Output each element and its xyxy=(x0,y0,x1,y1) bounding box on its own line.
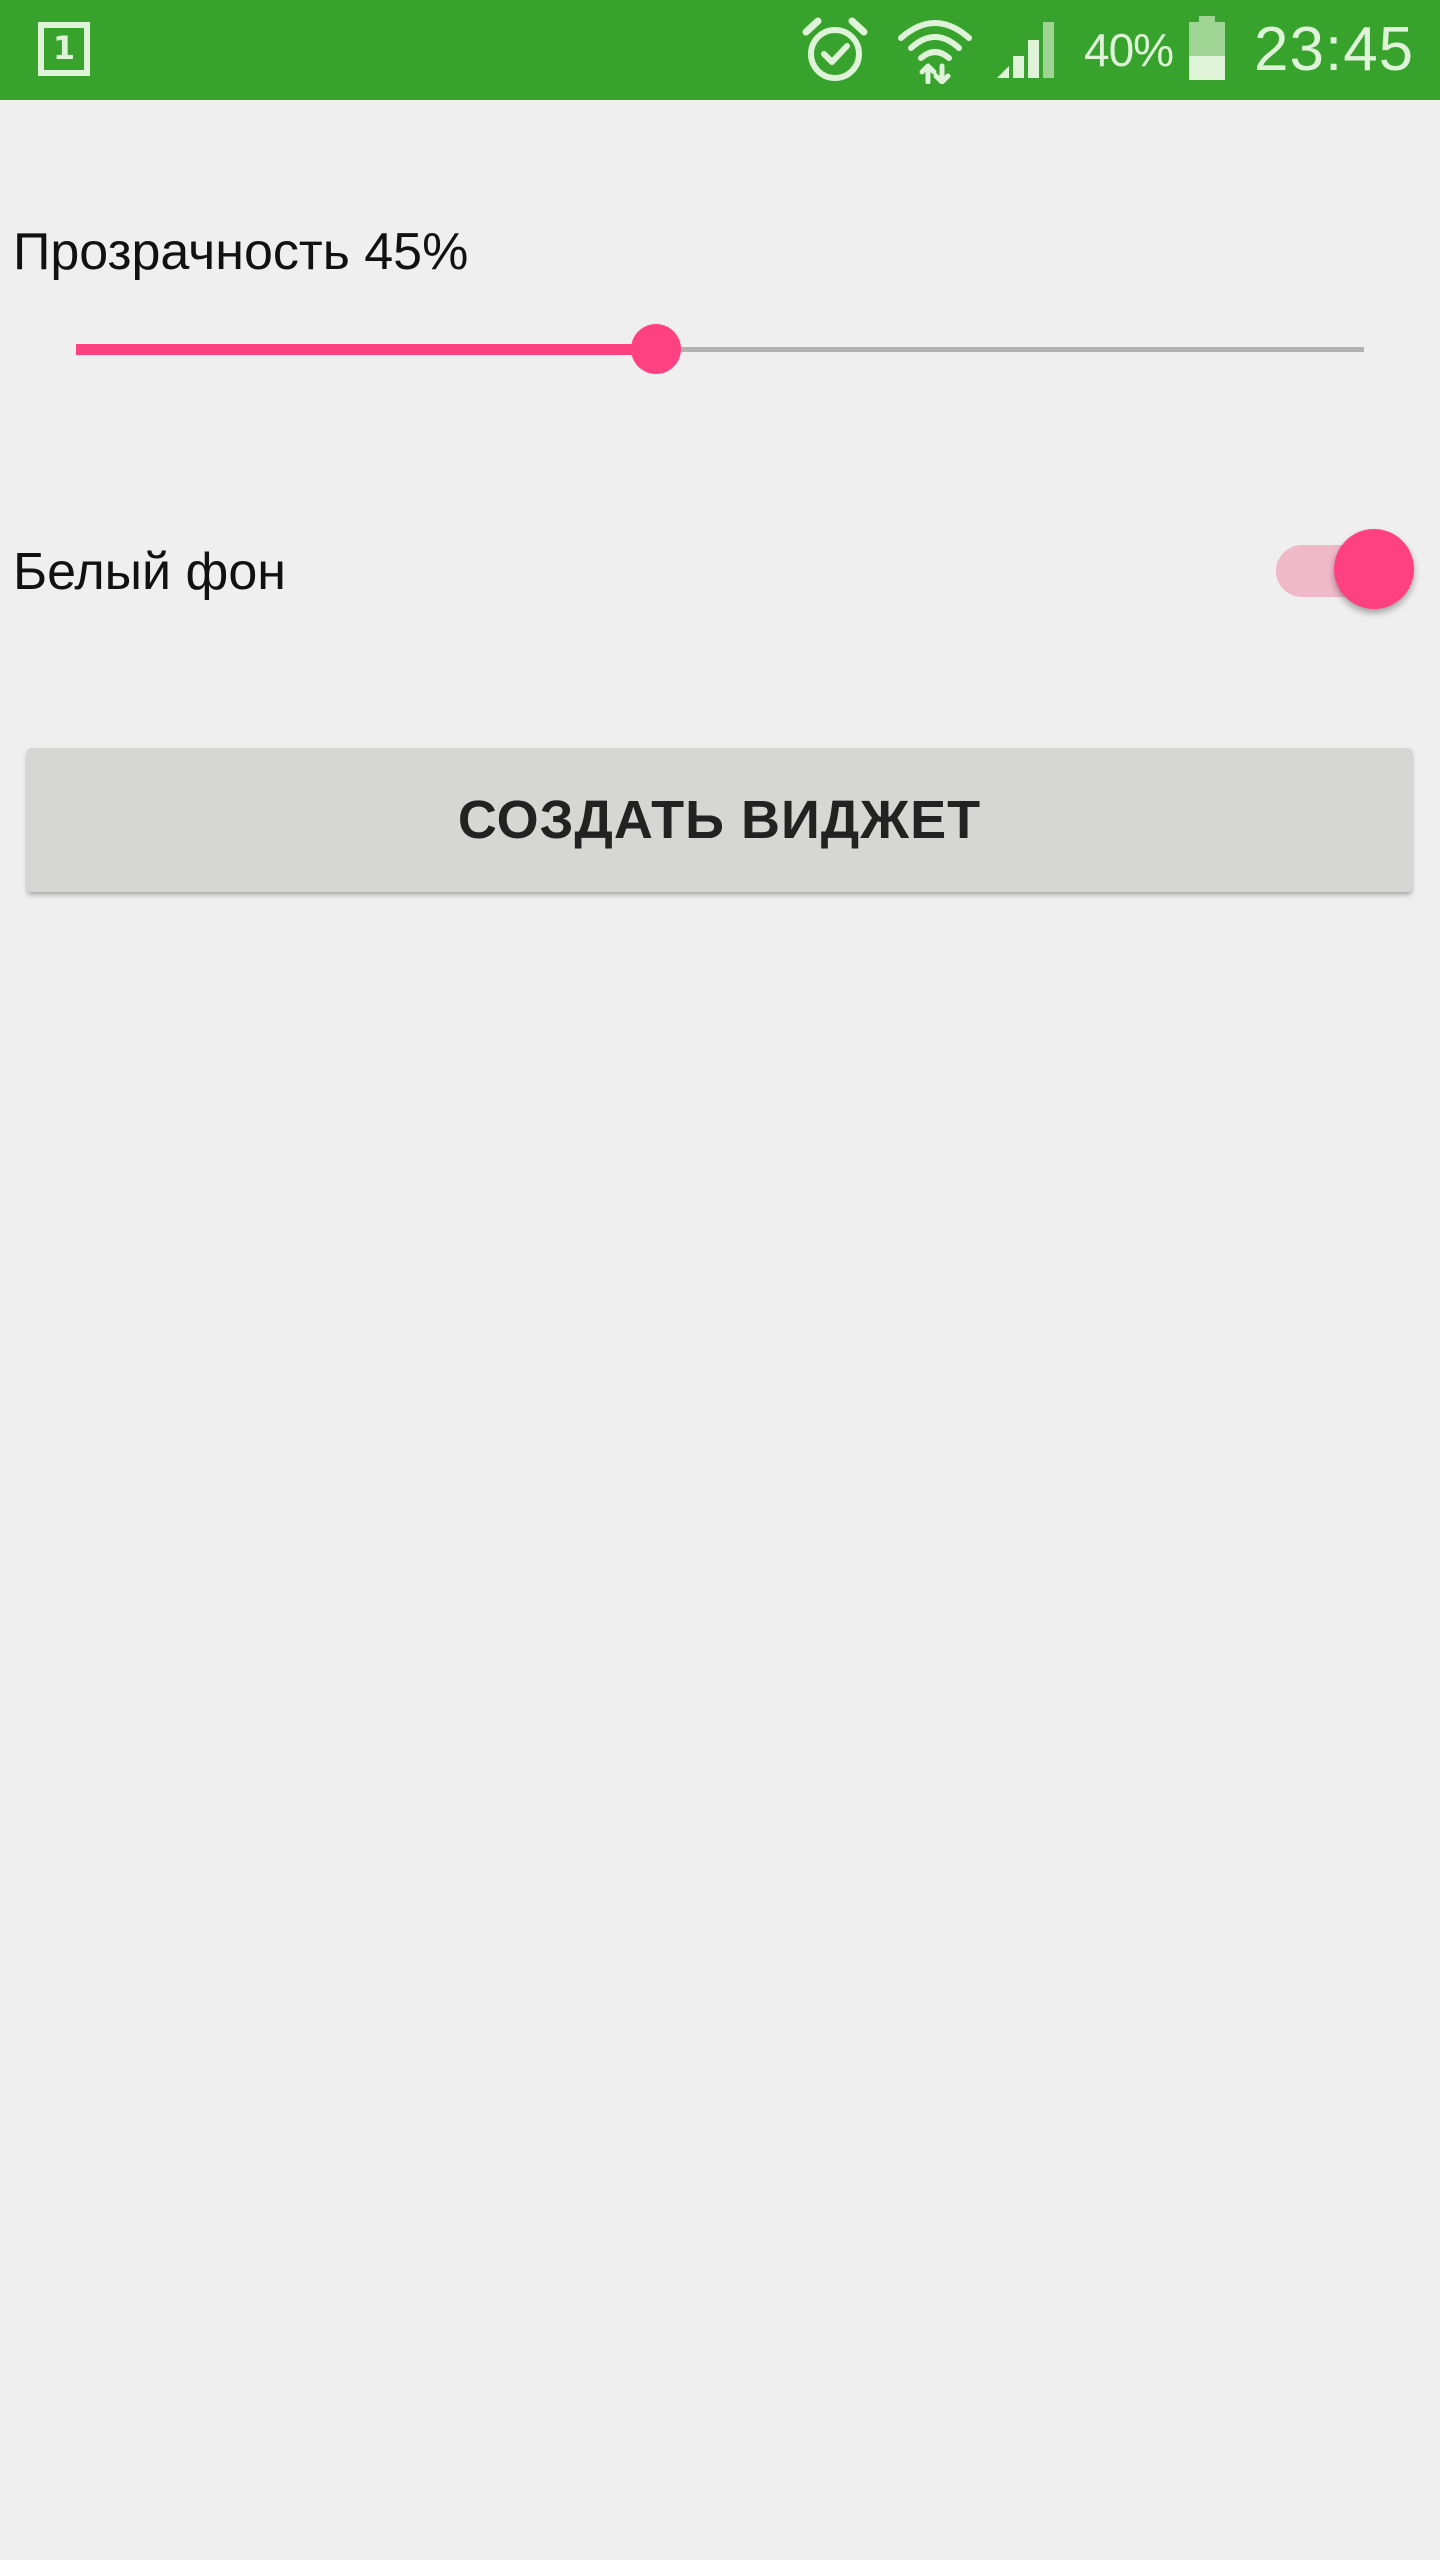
transparency-slider[interactable] xyxy=(76,318,1364,380)
wifi-icon xyxy=(898,20,972,84)
switch-thumb[interactable] xyxy=(1334,529,1414,609)
slider-fill xyxy=(76,344,656,355)
clock: 23:45 xyxy=(1254,15,1415,84)
white-background-switch[interactable] xyxy=(1270,524,1420,614)
app-screen: 1 40% 23:45 Прозрачность 45% Белый фон С… xyxy=(0,0,1440,2560)
create-widget-button[interactable]: СОЗДАТЬ ВИДЖЕТ xyxy=(27,748,1412,892)
signal-icon xyxy=(997,22,1054,78)
slider-thumb[interactable] xyxy=(630,324,681,374)
battery-icon xyxy=(1189,16,1225,80)
battery-percent: 40% xyxy=(1084,24,1174,76)
white-background-label: Белый фон xyxy=(13,543,286,601)
transparency-label: Прозрачность 45% xyxy=(13,223,469,281)
alarm-icon xyxy=(802,17,868,81)
calendar-notification-icon: 1 xyxy=(38,22,90,76)
status-bar: 1 40% 23:45 xyxy=(0,0,1440,100)
